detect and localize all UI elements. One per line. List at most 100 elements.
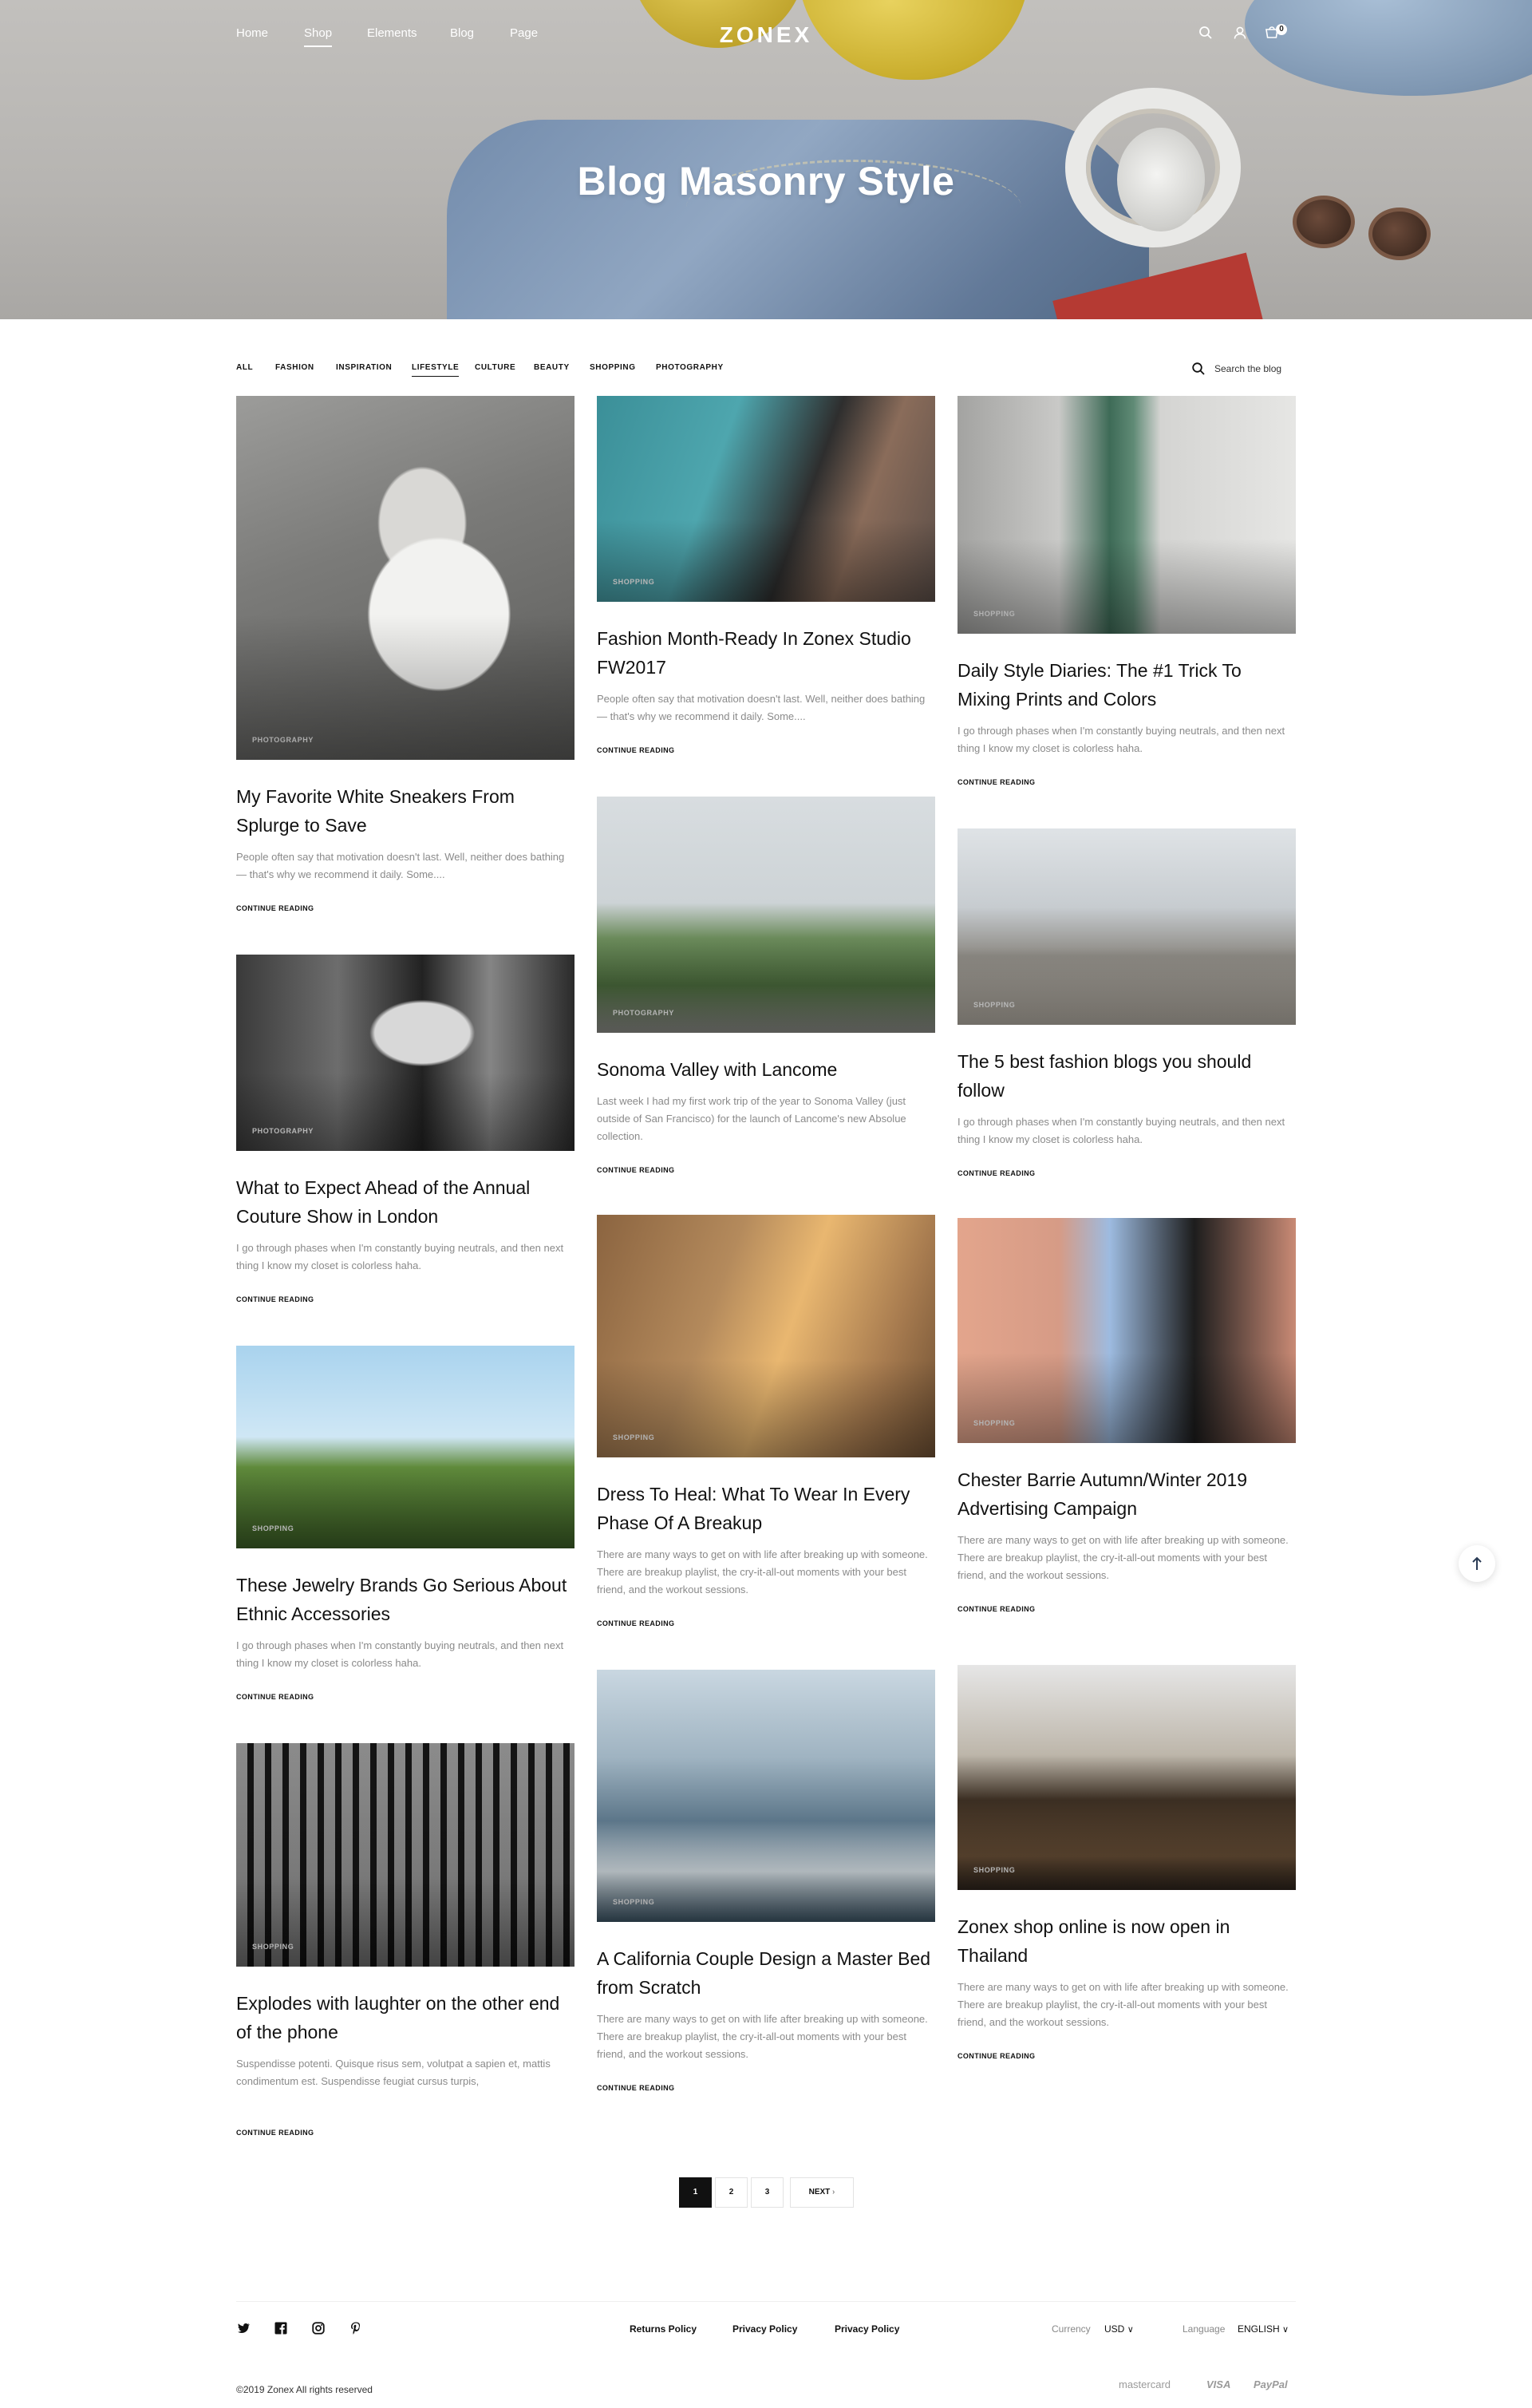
post-image[interactable]: PHOTOGRAPHY [236, 396, 574, 760]
pagination-page-3[interactable]: 3 [751, 2177, 784, 2208]
post-image[interactable]: SHOPPING [597, 1670, 935, 1922]
filter-culture[interactable]: CULTURE [475, 363, 515, 372]
continue-reading-link[interactable]: CONTINUE READING [236, 1693, 314, 1701]
footer-link-privacy-policy[interactable]: Privacy Policy [732, 2323, 797, 2335]
post-category[interactable]: SHOPPING [613, 1433, 654, 1441]
cart-icon[interactable]: 0 [1265, 24, 1287, 43]
continue-reading-link[interactable]: CONTINUE READING [958, 1605, 1035, 1613]
blog-post-card: PHOTOGRAPHY My Favorite White Sneakers F… [236, 396, 574, 915]
page-title: Blog Masonry Style [577, 159, 955, 204]
post-image[interactable]: SHOPPING [597, 396, 935, 602]
post-title[interactable]: These Jewelry Brands Go Serious About Et… [236, 1571, 574, 1628]
blog-search-input[interactable] [1214, 361, 1294, 377]
nav-shop[interactable]: Shop [304, 26, 333, 47]
post-category[interactable]: SHOPPING [973, 1866, 1015, 1874]
language-select[interactable]: ENGLISH ∨ [1238, 2323, 1289, 2335]
post-title[interactable]: My Favorite White Sneakers From Splurge … [236, 782, 574, 840]
post-title[interactable]: What to Expect Ahead of the Annual Coutu… [236, 1173, 574, 1231]
footer-link-privacy-policy-2[interactable]: Privacy Policy [835, 2323, 899, 2335]
post-excerpt: I go through phases when I'm constantly … [958, 1116, 1285, 1145]
filter-beauty[interactable]: BEAUTY [534, 363, 570, 372]
post-excerpt: Suspendisse potenti. Quisque risus sem, … [236, 2058, 551, 2087]
facebook-icon[interactable] [274, 2321, 288, 2335]
continue-reading-link[interactable]: CONTINUE READING [236, 904, 314, 912]
post-title[interactable]: Fashion Month-Ready In Zonex Studio FW20… [597, 624, 935, 682]
twitter-icon[interactable] [236, 2321, 251, 2335]
continue-reading-link[interactable]: CONTINUE READING [597, 746, 674, 754]
continue-reading-link[interactable]: CONTINUE READING [958, 1169, 1035, 1177]
post-image[interactable]: PHOTOGRAPHY [236, 955, 574, 1151]
post-category[interactable]: SHOPPING [252, 1943, 294, 1951]
arrow-up-icon [1472, 1556, 1482, 1570]
continue-reading-link[interactable]: CONTINUE READING [597, 1166, 674, 1174]
continue-reading-link[interactable]: CONTINUE READING [236, 2129, 314, 2137]
post-category[interactable]: PHOTOGRAPHY [252, 1127, 314, 1135]
post-image[interactable]: SHOPPING [958, 828, 1296, 1025]
blog-post-card: SHOPPING A California Couple Design a Ma… [597, 1670, 935, 2094]
blog-post-card: SHOPPING These Jewelry Brands Go Serious… [236, 1346, 574, 1703]
back-to-top-button[interactable] [1459, 1545, 1495, 1582]
site-logo[interactable]: ZONEX [718, 22, 814, 48]
pagination-page-1[interactable]: 1 [679, 2177, 712, 2208]
pagination-next[interactable]: NEXT › [790, 2177, 854, 2208]
post-category[interactable]: SHOPPING [613, 578, 654, 586]
filter-inspiration[interactable]: INSPIRATION [336, 363, 392, 372]
blog-post-card: PHOTOGRAPHY Sonoma Valley with Lancome L… [597, 797, 935, 1176]
continue-reading-link[interactable]: CONTINUE READING [958, 778, 1035, 786]
post-title[interactable]: Chester Barrie Autumn/Winter 2019 Advert… [958, 1465, 1296, 1523]
blog-post-card: SHOPPING Fashion Month-Ready In Zonex St… [597, 396, 935, 757]
account-icon[interactable] [1233, 26, 1250, 43]
post-excerpt: I go through phases when I'm constantly … [958, 725, 1285, 754]
continue-reading-link[interactable]: CONTINUE READING [958, 2052, 1035, 2060]
currency-label: Currency [1052, 2323, 1091, 2335]
post-title[interactable]: A California Couple Design a Master Bed … [597, 1944, 935, 2002]
post-title[interactable]: Daily Style Diaries: The #1 Trick To Mix… [958, 656, 1296, 714]
post-category[interactable]: SHOPPING [973, 1001, 1015, 1009]
nav-blog[interactable]: Blog [450, 26, 474, 40]
post-category[interactable]: SHOPPING [973, 610, 1015, 618]
footer-divider [236, 2301, 1296, 2302]
post-title[interactable]: Zonex shop online is now open in Thailan… [958, 1912, 1296, 1970]
nav-page[interactable]: Page [510, 26, 538, 40]
post-category[interactable]: SHOPPING [613, 1898, 654, 1906]
post-category[interactable]: PHOTOGRAPHY [613, 1009, 674, 1017]
chevron-down-icon: ∨ [1282, 2325, 1289, 2335]
blog-search[interactable] [1191, 361, 1295, 378]
post-image[interactable]: SHOPPING [958, 396, 1296, 634]
post-title[interactable]: Sonoma Valley with Lancome [597, 1055, 935, 1084]
filter-lifestyle[interactable]: LIFESTYLE [412, 363, 460, 377]
post-category[interactable]: PHOTOGRAPHY [252, 736, 314, 744]
post-image[interactable]: SHOPPING [597, 1215, 935, 1457]
search-icon[interactable] [1198, 26, 1216, 43]
filter-fashion[interactable]: FASHION [275, 363, 314, 372]
post-excerpt: There are many ways to get on with life … [597, 2013, 928, 2060]
mastercard-logo: mastercard [1119, 2378, 1171, 2390]
filter-all[interactable]: ALL [236, 363, 253, 372]
post-title[interactable]: The 5 best fashion blogs you should foll… [958, 1047, 1296, 1105]
footer-link-returns-policy[interactable]: Returns Policy [630, 2323, 697, 2335]
continue-reading-link[interactable]: CONTINUE READING [597, 2084, 674, 2092]
pagination-page-2[interactable]: 2 [715, 2177, 748, 2208]
post-image[interactable]: SHOPPING [236, 1743, 574, 1967]
post-image[interactable]: SHOPPING [236, 1346, 574, 1548]
nav-home[interactable]: Home [236, 26, 268, 40]
post-category[interactable]: SHOPPING [252, 1524, 294, 1532]
language-label: Language [1183, 2323, 1226, 2335]
post-category[interactable]: SHOPPING [973, 1419, 1015, 1427]
instagram-icon[interactable] [311, 2321, 326, 2335]
blog-post-card: SHOPPING Explodes with laughter on the o… [236, 1743, 574, 2139]
post-image[interactable]: PHOTOGRAPHY [597, 797, 935, 1033]
post-image[interactable]: SHOPPING [958, 1218, 1296, 1443]
post-title[interactable]: Dress To Heal: What To Wear In Every Pha… [597, 1480, 935, 1537]
post-image[interactable]: SHOPPING [958, 1665, 1296, 1890]
continue-reading-link[interactable]: CONTINUE READING [597, 1619, 674, 1627]
post-excerpt: People often say that motivation doesn't… [236, 851, 565, 880]
continue-reading-link[interactable]: CONTINUE READING [236, 1295, 314, 1303]
pinterest-icon[interactable] [349, 2321, 363, 2335]
nav-elements[interactable]: Elements [367, 26, 417, 40]
currency-select[interactable]: USD ∨ [1104, 2323, 1134, 2335]
filter-photography[interactable]: PHOTOGRAPHY [656, 363, 724, 372]
post-title[interactable]: Explodes with laughter on the other end … [236, 1989, 574, 2046]
visa-logo: VISA [1206, 2378, 1231, 2390]
filter-shopping[interactable]: SHOPPING [590, 363, 636, 372]
